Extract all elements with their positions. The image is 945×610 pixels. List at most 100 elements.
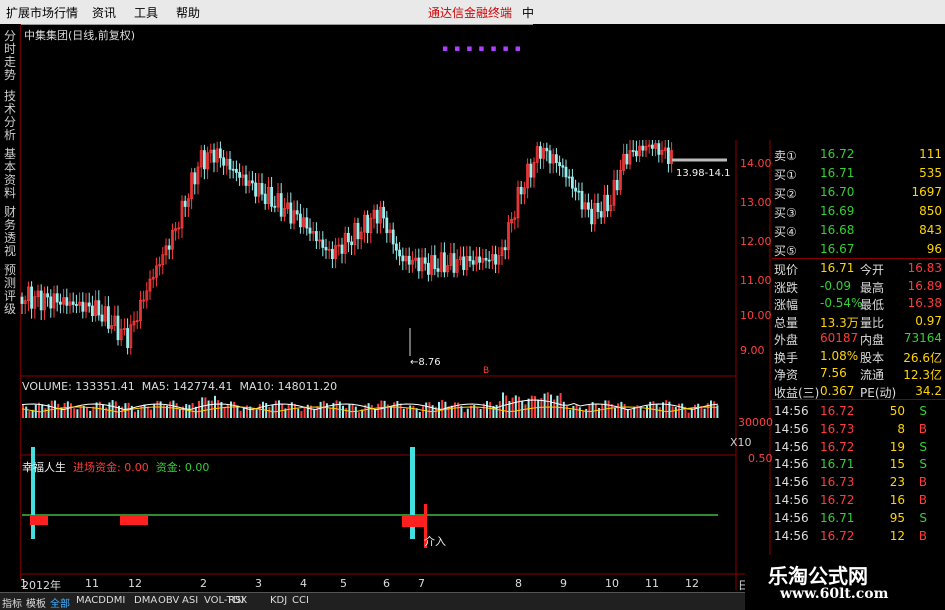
candle-body bbox=[49, 296, 53, 309]
candle-body bbox=[484, 257, 488, 261]
volume-bar bbox=[630, 409, 632, 418]
quote-stat-row: 净资 7.56 流通 12.3亿 bbox=[772, 365, 945, 382]
indicator-name: 幸福人生 bbox=[22, 461, 66, 474]
volume-bar bbox=[642, 410, 645, 418]
quote-cell: 净资 bbox=[774, 368, 799, 382]
quote-cell: 15 bbox=[889, 457, 905, 472]
volume-unit: X10 bbox=[730, 436, 752, 449]
indicator-tab[interactable]: CCI bbox=[292, 595, 309, 606]
volume-bar bbox=[358, 412, 360, 418]
volume-bar bbox=[620, 401, 623, 418]
indicator-tab[interactable]: ASI bbox=[182, 595, 198, 606]
volume-bar bbox=[402, 408, 405, 418]
volume-bar bbox=[601, 403, 604, 418]
date-tick: 2012年 bbox=[22, 579, 61, 592]
quote-cell: 卖① bbox=[774, 149, 797, 163]
indicator-tab[interactable]: 全部 bbox=[50, 595, 70, 610]
candle-body bbox=[59, 301, 62, 305]
volume-bar bbox=[351, 403, 354, 418]
order-book-row: 买⑤ 16.67 96 bbox=[772, 241, 945, 258]
indicator-tab[interactable]: RSI bbox=[228, 595, 244, 606]
quote-cell: 12.3亿 bbox=[903, 368, 942, 382]
candle-body bbox=[126, 328, 129, 349]
candle-body bbox=[635, 150, 638, 157]
volume-bar bbox=[406, 408, 408, 418]
order-book-row: 买② 16.70 1697 bbox=[772, 184, 945, 201]
volume-bar bbox=[514, 395, 517, 418]
quote-cell: S bbox=[919, 510, 927, 525]
indicator-tab[interactable]: MACD bbox=[76, 595, 106, 606]
quote-cell: 850 bbox=[919, 204, 942, 218]
volume-bar bbox=[63, 403, 66, 418]
quote-cell: 16.71 bbox=[820, 261, 855, 275]
indicator-tab[interactable]: DMA bbox=[134, 595, 157, 606]
volume-bar bbox=[623, 404, 626, 418]
volume-bar bbox=[217, 400, 220, 418]
volume-bar bbox=[537, 399, 540, 418]
quote-cell: 0.367 bbox=[820, 383, 855, 398]
candle-body bbox=[478, 256, 482, 263]
candle-body bbox=[324, 247, 328, 251]
quote-cell: 16.72 bbox=[820, 493, 855, 507]
candle-body bbox=[295, 210, 299, 215]
volume-bar bbox=[390, 406, 392, 418]
volume-bar bbox=[354, 406, 357, 418]
date-tick: 1 bbox=[20, 577, 27, 590]
candle-body bbox=[356, 222, 360, 240]
volume-bar bbox=[111, 400, 114, 418]
indicator-tab[interactable]: 模板 bbox=[26, 595, 46, 610]
candle-body bbox=[631, 150, 635, 152]
volume-bar bbox=[303, 407, 306, 418]
indicator-tab[interactable]: OBV bbox=[158, 595, 179, 606]
date-tick: 12 bbox=[128, 577, 142, 590]
volume-bar bbox=[255, 409, 258, 418]
candle-body bbox=[529, 163, 533, 178]
volume-bar bbox=[479, 408, 482, 418]
volume-bar bbox=[578, 407, 581, 418]
volume-bar bbox=[674, 407, 677, 418]
candle-body bbox=[558, 162, 561, 167]
date-tick: 11 bbox=[85, 577, 99, 590]
candle-body bbox=[577, 190, 581, 193]
candle-body bbox=[641, 145, 645, 151]
volume-bar bbox=[114, 401, 117, 418]
tick-row: 14:56 16.73 23 B bbox=[772, 474, 945, 491]
volume-bar bbox=[575, 404, 578, 418]
quote-cell: 16.69 bbox=[820, 204, 855, 218]
date-tick: 7 bbox=[418, 577, 425, 590]
volume-bar bbox=[242, 406, 245, 418]
quote-cell: B bbox=[918, 493, 927, 507]
date-tick: 2 bbox=[200, 577, 207, 590]
candle-body bbox=[394, 243, 398, 251]
volume-bar bbox=[476, 407, 479, 418]
volume-bar bbox=[534, 396, 536, 418]
order-book-row: 买④ 16.68 843 bbox=[772, 222, 945, 239]
volume-bar bbox=[447, 406, 450, 418]
candle-body bbox=[116, 315, 120, 341]
volume-bar bbox=[172, 400, 175, 418]
purple-markers: ▪▪▪▪▪▪▪ bbox=[442, 44, 527, 54]
quote-cell: 买① bbox=[774, 168, 797, 182]
volume-bar bbox=[252, 409, 255, 418]
volume-bar bbox=[377, 403, 380, 418]
volume-bar bbox=[626, 409, 629, 418]
candle-body bbox=[625, 153, 629, 165]
watermark-url: www.60lt.com bbox=[780, 586, 889, 602]
indicator-tab[interactable]: KDJ bbox=[270, 595, 287, 606]
quote-cell: 16 bbox=[889, 493, 905, 507]
volume-bar bbox=[658, 407, 661, 418]
candle-body bbox=[564, 166, 568, 178]
volume-bar bbox=[438, 401, 440, 418]
quote-cell: 16.67 bbox=[820, 242, 855, 256]
quote-cell: 16.68 bbox=[820, 223, 855, 237]
volume-bar bbox=[326, 403, 328, 418]
quote-stat-row: 涨幅 -0.54% 最低 16.38 bbox=[772, 295, 945, 312]
volume-bar bbox=[300, 411, 303, 418]
indicator-tab[interactable]: 指标 bbox=[2, 595, 22, 610]
candle-body bbox=[298, 213, 302, 228]
candle-body bbox=[401, 255, 405, 262]
volume-bar bbox=[89, 410, 92, 418]
indicator-tab[interactable]: DMI bbox=[106, 595, 125, 606]
volume-bar bbox=[70, 403, 72, 418]
tick-row: 14:56 16.72 12 B bbox=[772, 528, 945, 545]
